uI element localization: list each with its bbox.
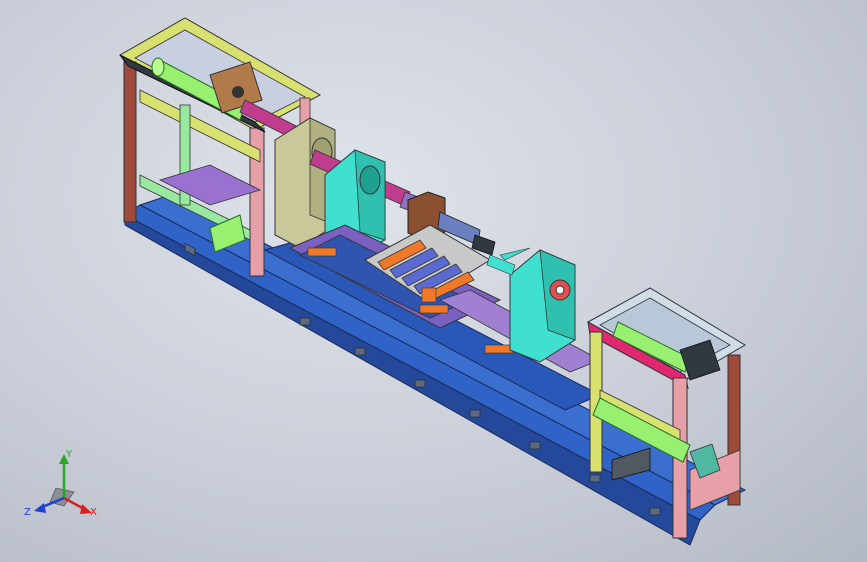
x-axis-label: X [90, 507, 97, 518]
z-axis-arrow-icon [34, 503, 46, 513]
z-axis-label: Z [24, 507, 31, 518]
assembly-model[interactable] [0, 0, 867, 562]
coordinate-triad: Y X Z [24, 449, 97, 518]
y-axis-label: Y [65, 449, 73, 460]
cad-viewport[interactable]: Y X Z [0, 0, 867, 562]
